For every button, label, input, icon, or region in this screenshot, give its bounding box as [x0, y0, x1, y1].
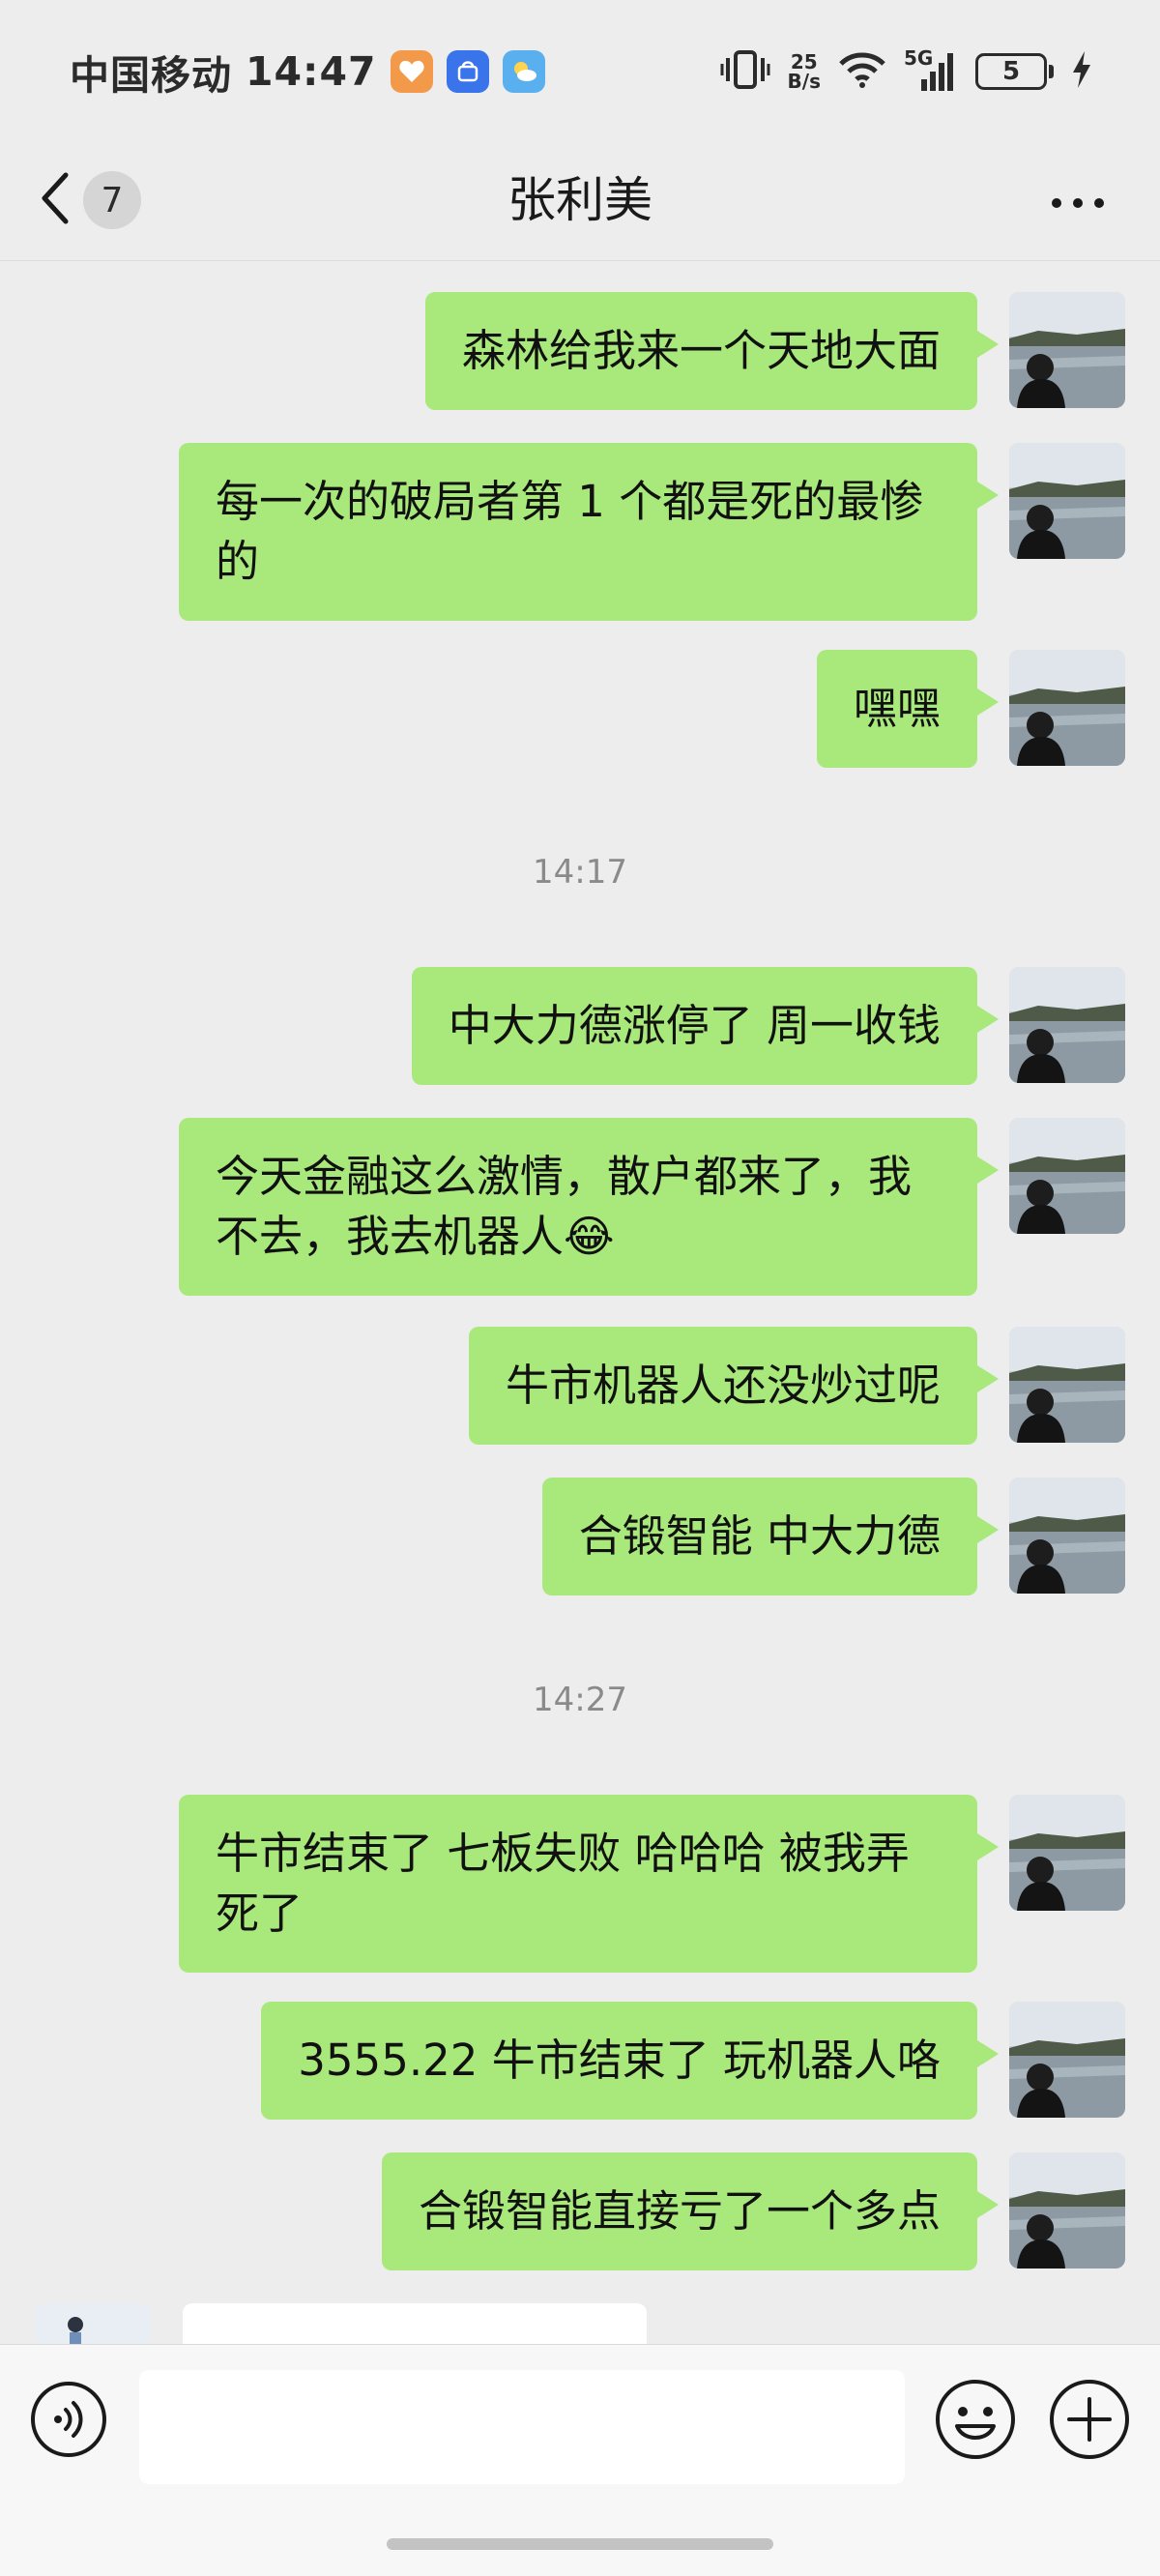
- message-bubble[interactable]: 嘿嘿: [816, 650, 1000, 768]
- message-bubble[interactable]: 合锻智能直接亏了一个多点: [381, 2152, 1000, 2270]
- back-button[interactable]: 7: [39, 163, 164, 237]
- net-speed: 25 B/s: [788, 52, 821, 91]
- net-speed-unit: B/s: [787, 70, 821, 93]
- vibrate-icon: [720, 48, 770, 95]
- net-speed-value: 25: [790, 50, 818, 73]
- voice-button[interactable]: [29, 2380, 108, 2459]
- battery-level: 5: [975, 53, 1047, 90]
- avatar[interactable]: [1009, 2002, 1125, 2118]
- more-button[interactable]: [1034, 175, 1121, 233]
- signal-icon: 5G: [904, 46, 958, 93]
- charging-icon: [1071, 49, 1092, 94]
- avatar[interactable]: [1009, 650, 1125, 766]
- emoji-icon: [934, 2380, 1017, 2465]
- message-input[interactable]: [139, 2370, 905, 2484]
- avatar[interactable]: [1009, 1795, 1125, 1911]
- emoji-button[interactable]: [934, 2378, 1017, 2461]
- chevron-left-icon: [39, 171, 72, 229]
- status-bar: 中国移动 14:47 25 B/s 5G 5: [0, 0, 1160, 140]
- status-left: 中国移动 14:47: [70, 43, 545, 101]
- home-indicator[interactable]: [387, 2538, 773, 2550]
- plus-icon: [1048, 2380, 1131, 2465]
- clock-time: 14:47: [246, 48, 377, 95]
- unread-count-badge: 7: [83, 171, 141, 229]
- health-app-icon: [390, 50, 433, 93]
- message-list[interactable]: 森林给我来一个天地大面 每一次的破局者第 1 个都是死的最惨的 嘿嘿 14:17…: [0, 261, 1160, 2344]
- status-right: 25 B/s 5G 5: [720, 43, 1092, 101]
- contact-avatar[interactable]: [35, 2303, 151, 2344]
- carrier-name: 中国移动: [70, 52, 232, 99]
- battery-icon: 5: [975, 53, 1054, 90]
- timestamp: 14:17: [533, 853, 627, 892]
- avatar[interactable]: [1009, 1327, 1125, 1443]
- weather-app-icon: [502, 50, 545, 93]
- avatar[interactable]: [1009, 2152, 1125, 2269]
- input-bar: [0, 2344, 1160, 2576]
- avatar[interactable]: [1009, 443, 1125, 559]
- avatar[interactable]: [1009, 292, 1125, 408]
- message-bubble[interactable]: 今天金融这么激情，散户都来了，我不去，我去机器人😂: [179, 1118, 999, 1296]
- more-icon: [1049, 195, 1107, 214]
- chat-title: 张利美: [508, 172, 652, 228]
- honor-app-icon: [446, 50, 489, 93]
- voice-icon: [29, 2382, 108, 2463]
- message-bubble[interactable]: 合锻智能 中大力德: [541, 1478, 1000, 1595]
- avatar[interactable]: [1009, 1478, 1125, 1594]
- message-bubble[interactable]: 牛市机器人还没炒过呢: [468, 1327, 1000, 1445]
- avatar[interactable]: [1009, 967, 1125, 1083]
- message-bubble[interactable]: 森林给我来一个天地大面: [424, 292, 1000, 410]
- plus-button[interactable]: [1048, 2378, 1131, 2461]
- chat-screen: 中国移动 14:47 25 B/s 5G 5 7 张利美 森林给我来一个天地大面…: [0, 0, 1160, 2576]
- wifi-icon: [838, 50, 886, 93]
- nav-bar: 7 张利美: [0, 140, 1160, 261]
- timestamp: 14:27: [533, 1681, 627, 1719]
- message-bubble[interactable]: 中大力德涨停了 周一收钱: [411, 967, 1000, 1085]
- incoming-message-bubble[interactable]: [183, 2303, 647, 2344]
- avatar[interactable]: [1009, 1118, 1125, 1234]
- message-bubble[interactable]: 3555.22 牛市结束了 玩机器人咯: [261, 2002, 999, 2120]
- message-bubble[interactable]: 牛市结束了 七板失败 哈哈哈 被我弄死了: [179, 1795, 999, 1973]
- battery-cap: [1049, 65, 1054, 78]
- message-bubble[interactable]: 每一次的破局者第 1 个都是死的最惨的: [179, 443, 999, 621]
